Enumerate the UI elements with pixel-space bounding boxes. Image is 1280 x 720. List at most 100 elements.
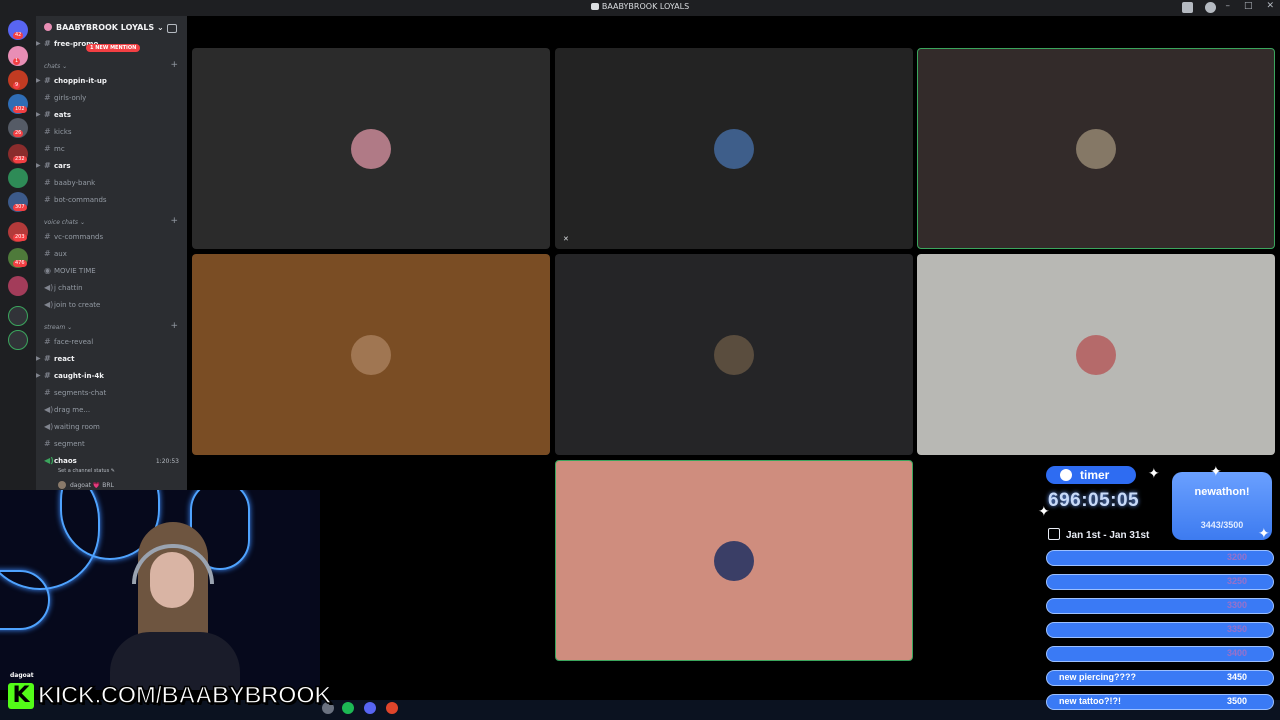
voice-elapsed: 1:20:53 (155, 458, 179, 465)
goal-value: 3500 (1226, 696, 1247, 706)
channel-drag-me[interactable]: ◀)drag me... (44, 403, 90, 417)
hash-icon: # (44, 39, 51, 48)
channel-join-to-create[interactable]: ◀)join to create (44, 298, 100, 312)
guild-name[interactable]: BAABYBROOK LOYALS ⌄ (44, 23, 164, 32)
add-server-icon[interactable] (8, 306, 28, 326)
speaker-icon: ◀) (44, 422, 54, 431)
channel-baaby-bank[interactable]: # baaby-bank (44, 176, 95, 190)
minimize-button[interactable]: – (1225, 1, 1230, 11)
hash-icon: # (44, 127, 51, 136)
channel-label: face-reveal (54, 338, 94, 346)
maximize-button[interactable]: □ (1244, 1, 1253, 11)
goal-value: 3350 (1226, 624, 1247, 634)
channel-label: drag me... (54, 406, 91, 414)
title-bar: BAABYBROOK LOYALS – □ ✕ (0, 0, 1280, 16)
video-tile[interactable] (192, 48, 550, 249)
discover-icon[interactable] (8, 330, 28, 350)
channel-label: choppin-it-up (54, 77, 107, 85)
window-title-text: BAABYBROOK LOYALS (601, 2, 690, 11)
goal-label: new piercing???? (1059, 672, 1137, 682)
channel-label: segments-chat (54, 389, 107, 397)
title-bar-icons (1182, 2, 1216, 13)
speaker-icon: ◀) (44, 456, 54, 465)
avatar (58, 481, 66, 489)
channel-vc-commands[interactable]: # vc-commands (44, 230, 103, 244)
channel-segments-chat[interactable]: # segments-chat (44, 386, 106, 400)
new-mention-badge[interactable]: 1 NEW MENTION (86, 44, 141, 52)
channel-label: join to create (54, 301, 101, 309)
video-tile[interactable] (917, 48, 1275, 249)
category-voice-chats[interactable]: voice chats ⌄ (44, 219, 85, 226)
channel-j-chattin[interactable]: ◀)j chattin (44, 281, 83, 295)
channel-movie-time[interactable]: ◉ MOVIE TIME (44, 264, 96, 278)
video-tile[interactable] (917, 254, 1275, 455)
unread-arrow-icon: ▶ (36, 162, 41, 169)
browser-icon[interactable] (386, 702, 398, 714)
goal-row: 3300 (1046, 598, 1274, 614)
channel-label: MOVIE TIME (54, 267, 96, 275)
server-icon[interactable] (8, 168, 28, 188)
server-icon[interactable] (8, 276, 28, 296)
hash-icon: # (44, 371, 51, 380)
channel-eats[interactable]: ▶ # eats (36, 108, 71, 122)
goal-row: 3200 (1046, 550, 1274, 566)
voice-member[interactable]: dagoat 💗 BRL (58, 481, 114, 489)
avatar (1076, 334, 1116, 375)
channel-label: baaby-bank (54, 179, 96, 187)
avatar (351, 128, 391, 169)
help-icon[interactable] (1205, 2, 1216, 13)
channel-cars[interactable]: ▶ # cars (36, 159, 71, 173)
invite-icon[interactable] (167, 24, 177, 33)
video-tile[interactable] (555, 460, 913, 661)
channel-status[interactable]: Set a channel status ✎ (58, 468, 115, 474)
category-chats[interactable]: chats ⌄ (44, 63, 67, 70)
close-button[interactable]: ✕ (1266, 1, 1274, 11)
channel-kicks[interactable]: # kicks (44, 125, 72, 139)
channel-waiting-room[interactable]: ◀)waiting room (44, 420, 100, 434)
channel-label: cars (54, 162, 71, 170)
kick-url: KICK.COM/BAABYBROOK (37, 681, 332, 710)
server-badge: 26 (13, 130, 24, 137)
goal-row: 3350 (1046, 622, 1274, 638)
channel-face-reveal[interactable]: # face-reveal (44, 335, 93, 349)
channel-mc[interactable]: # mc (44, 142, 65, 156)
add-channel-icon[interactable]: + (170, 321, 178, 331)
goal-value: 3400 (1226, 648, 1247, 658)
video-tile[interactable] (192, 254, 550, 455)
goal-progress: 3443/3500 (1200, 520, 1244, 530)
channel-girls-only[interactable]: # girls-only (44, 91, 86, 105)
unread-arrow-icon: ▶ (36, 77, 41, 84)
channel-label: kicks (54, 128, 72, 136)
video-tile[interactable] (555, 254, 913, 455)
avatar (351, 334, 391, 375)
server-badge: 476 (13, 260, 27, 267)
inbox-icon[interactable] (1182, 2, 1193, 13)
channel-label: chaos (54, 457, 77, 465)
channel-aux[interactable]: # aux (44, 247, 67, 261)
channel-segment[interactable]: # segment (44, 437, 85, 451)
channel-caught-in-4k[interactable]: ▶ # caught-in-4k (36, 369, 104, 383)
hash-icon: # (44, 354, 51, 363)
add-channel-icon[interactable]: + (170, 216, 178, 226)
kick-logo-icon: K (8, 683, 34, 709)
channel-label: girls-only (54, 94, 87, 102)
channel-bot-commands[interactable]: # bot-commands (44, 193, 107, 207)
spotify-icon[interactable] (342, 702, 354, 714)
channel-label: vc-commands (54, 233, 104, 241)
category-stream[interactable]: stream ⌄ (44, 324, 72, 331)
window-title: BAABYBROOK LOYALS (0, 2, 1280, 11)
channel-react[interactable]: ▶ # react (36, 352, 74, 366)
channel-label: mc (54, 145, 65, 153)
voice-channel-chaos[interactable]: ◀)chaos (44, 454, 77, 468)
goal-value: 3450 (1226, 672, 1247, 682)
discord-taskbar-icon[interactable] (364, 702, 376, 714)
hash-icon: # (44, 178, 51, 187)
video-tile[interactable]: ✕ (555, 48, 913, 249)
goal-row: new tattoo?!?! 3500 (1046, 694, 1274, 710)
server-badge: 203 (13, 234, 27, 241)
channel-label: j chattin (54, 284, 83, 292)
avatar (1076, 128, 1116, 169)
add-channel-icon[interactable]: + (170, 60, 178, 70)
channel-choppin-it-up[interactable]: ▶ # choppin-it-up (36, 74, 107, 88)
unread-arrow-icon: ▶ (36, 372, 41, 379)
